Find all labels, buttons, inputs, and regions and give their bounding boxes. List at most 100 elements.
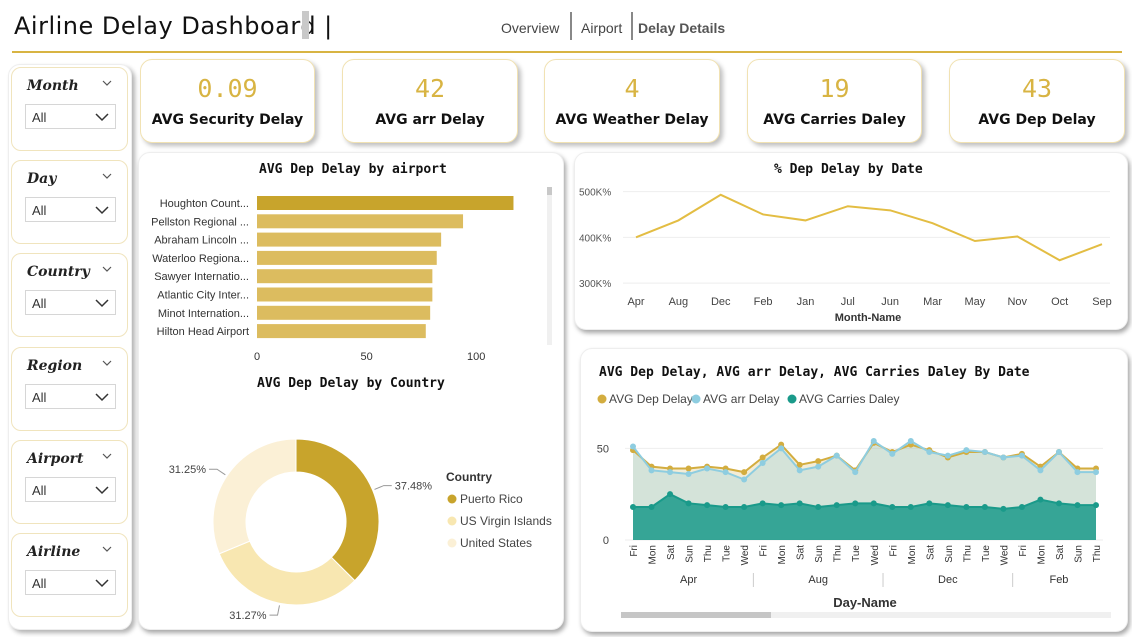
line-series (635, 193, 1103, 262)
data-point (630, 443, 636, 450)
data-point (685, 471, 692, 477)
collapse-chevron-icon[interactable] (102, 451, 112, 461)
slicer-month: Month All (11, 67, 128, 151)
tab-overview[interactable]: Overview (501, 20, 559, 36)
data-point (815, 463, 822, 470)
x-tick-label: Nov (1007, 296, 1027, 308)
donut-value-label: 37.48% (395, 481, 433, 493)
data-point (1055, 449, 1062, 455)
day-tick-label: Mon (907, 545, 918, 564)
slicer-day-value: All (32, 203, 47, 218)
slicer-region-value: All (32, 390, 47, 405)
collapse-chevron-icon[interactable] (102, 264, 112, 274)
legend-marker (447, 538, 457, 548)
data-point (704, 465, 711, 472)
x-axis-title: Day-Name (833, 595, 897, 610)
data-point (907, 438, 914, 444)
day-tick-label: Mon (648, 545, 659, 564)
donut-leader-line (374, 485, 392, 490)
slicer-month-label: Month (27, 78, 79, 94)
bar-category-label: Houghton Count... (160, 198, 249, 210)
x-tick-label: 0 (254, 351, 260, 363)
bar-category-label: Atlantic City Inter... (157, 290, 249, 302)
day-tick-label: Mon (777, 545, 788, 564)
x-tick-label: Jan (797, 296, 815, 308)
bar-category-label: Hilton Head Airport (157, 326, 249, 338)
collapse-chevron-icon[interactable] (102, 544, 112, 554)
slicer-month-value: All (32, 110, 47, 125)
dep-delay-date-panel: % Dep Delay by Date 300K% 400K% 500K% Apr Au… (574, 152, 1128, 330)
donut-leader-line (209, 468, 226, 476)
x-tick-label: Apr (627, 296, 644, 308)
kpi-arr-delay: 42 AVG arr Delay (342, 59, 518, 143)
bar-chart: Houghton Count... Pellston Regional ... Ab… (151, 187, 552, 363)
slicer-month-dropdown[interactable]: All (25, 104, 116, 129)
slicer-region-dropdown[interactable]: All (25, 384, 116, 409)
bar (257, 324, 426, 339)
tab-delay-details[interactable]: Delay Details (638, 20, 725, 36)
month-group-label: Feb (1049, 574, 1068, 586)
line-chart-title: % Dep Delay by Date (774, 162, 923, 177)
bar (257, 287, 433, 302)
data-point (778, 502, 785, 509)
scrollbar-track (547, 187, 552, 345)
day-tick-label: Wed (999, 545, 1010, 565)
donut-value-label: 31.27% (229, 610, 267, 622)
tab-airport[interactable]: Airport (581, 20, 622, 36)
data-point (981, 449, 988, 455)
data-point (741, 476, 748, 483)
x-tick-label: Feb (754, 296, 773, 308)
data-point (648, 504, 655, 510)
nav-divider (631, 12, 633, 40)
chevron-down-icon (95, 206, 109, 215)
kpi-value: 43 (1021, 74, 1053, 103)
dashboard-title: Airline Delay Dashboard | (14, 12, 333, 40)
slicer-day-dropdown[interactable]: All (25, 197, 116, 222)
data-point (926, 500, 933, 507)
data-point (870, 438, 877, 444)
bar (257, 196, 514, 210)
kpi-label: AVG arr Delay (375, 112, 485, 128)
collapse-chevron-icon[interactable] (102, 171, 112, 181)
legend-label: AVG Dep Delay (609, 392, 693, 406)
collapse-chevron-icon[interactable] (102, 358, 112, 368)
collapse-chevron-icon[interactable] (102, 78, 112, 88)
bar-category-label: Waterloo Regiona... (152, 253, 249, 265)
day-tick-label: Thu (962, 545, 973, 562)
chevron-down-icon (95, 113, 109, 122)
slicer-airport-dropdown[interactable]: All (25, 477, 116, 502)
legend-marker (597, 394, 607, 404)
y-tick-label: 50 (597, 443, 609, 455)
legend-marker (787, 394, 797, 404)
bar (257, 269, 433, 284)
data-point (815, 458, 822, 465)
slicer-country-dropdown[interactable]: All (25, 290, 116, 315)
day-tick-label: Tue (722, 545, 733, 562)
data-point (815, 504, 822, 510)
data-point (944, 502, 951, 509)
chevron-down-icon (95, 393, 109, 402)
day-tick-label: Fri (629, 545, 640, 557)
legend-marker (447, 516, 457, 526)
data-point (852, 500, 859, 507)
x-axis-title: Month-Name (835, 312, 902, 324)
data-point (1000, 505, 1007, 512)
legend-label: Puerto Rico (460, 492, 523, 506)
data-point (759, 454, 766, 461)
slicer-airline-dropdown[interactable]: All (25, 570, 116, 595)
kpi-value: 0.09 (197, 74, 258, 103)
slicer-airport-value: All (32, 483, 47, 498)
donut-slice (218, 540, 356, 606)
data-point (741, 504, 748, 510)
line-chart: 300K% 400K% 500K% Apr Aug Dec Feb Jan Jul Jun Mar M… (579, 188, 1112, 324)
slicer-airline-value: All (32, 576, 47, 591)
day-tick-label: Fri (759, 545, 770, 557)
data-point (1018, 452, 1025, 459)
kpi-label: AVG Security Delay (151, 112, 304, 128)
slicer-region: Region All (11, 347, 128, 431)
data-point (1074, 502, 1081, 509)
legend-label: AVG Carries Daley (799, 392, 899, 406)
data-point (796, 467, 803, 474)
kpi-carries-delay: 19 AVG Carries Daley (747, 59, 922, 143)
bar (257, 250, 437, 265)
